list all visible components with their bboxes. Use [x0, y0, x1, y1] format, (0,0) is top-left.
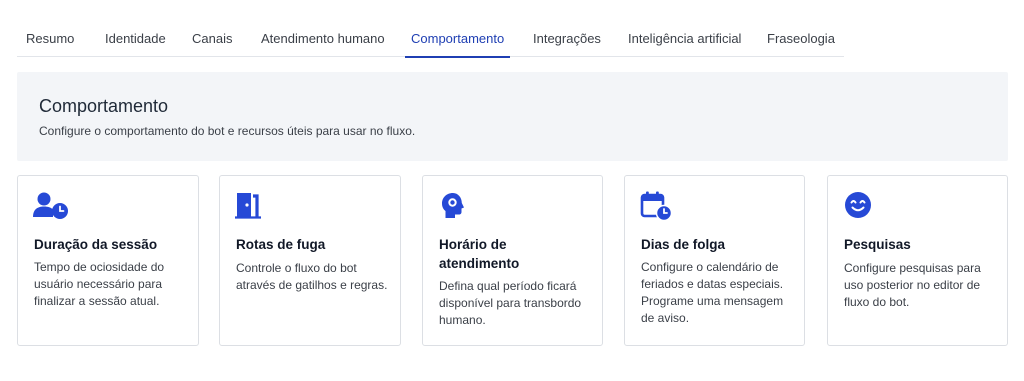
card-horario-atendimento[interactable]: Horário de atendimento Defina qual perío…: [422, 175, 603, 346]
exit-door-icon: [235, 190, 267, 222]
card-description: Configure pesquisas para uso posterior n…: [844, 261, 981, 309]
tab-resumo[interactable]: Resumo: [26, 26, 74, 57]
page-subtitle: Configure o comportamento do bot e recur…: [39, 124, 416, 138]
card-title: Pesquisas: [844, 237, 911, 252]
card-description: Controle o fluxo do bot através de gatil…: [236, 261, 388, 292]
card-title: Horário de atendimento: [439, 237, 520, 271]
tab-identidade[interactable]: Identidade: [105, 26, 166, 57]
card-title: Duração da sessão: [34, 237, 158, 252]
card-duracao-sessao[interactable]: Duração da sessão Tempo de ociosidade do…: [17, 175, 199, 346]
tab-fraseologia[interactable]: Fraseologia: [767, 26, 835, 57]
tab-canais[interactable]: Canais: [192, 26, 232, 57]
page-title: Comportamento: [39, 96, 169, 116]
head-gear-icon: [438, 190, 470, 222]
card-title: Dias de folga: [641, 237, 726, 252]
smiley-icon: [843, 190, 875, 222]
card-dias-de-folga[interactable]: Dias de folga Configure o calendário de …: [624, 175, 805, 346]
section-header: Comportamento Configure o comportamento …: [17, 72, 1008, 161]
calendar-clock-icon: [640, 190, 673, 222]
card-description: Defina qual período ficará disponível pa…: [439, 279, 582, 327]
card-description: Configure o calendário de feriados e dat…: [641, 260, 784, 325]
tab-atendimento-humano[interactable]: Atendimento humano: [261, 26, 385, 57]
tab-bar: Resumo Identidade Canais Atendimento hum…: [17, 26, 844, 58]
user-clock-icon: [33, 190, 68, 222]
tab-integracoes[interactable]: Integrações: [533, 26, 601, 57]
card-pesquisas[interactable]: Pesquisas Configure pesquisas para uso p…: [827, 175, 1008, 346]
card-rotas-de-fuga[interactable]: Rotas de fuga Controle o fluxo do bot at…: [219, 175, 401, 346]
tab-inteligencia-artificial[interactable]: Inteligência artificial: [628, 26, 741, 57]
tab-comportamento[interactable]: Comportamento: [404, 26, 511, 58]
card-description: Tempo de ociosidade do usuário necessári…: [34, 260, 165, 308]
card-title: Rotas de fuga: [236, 237, 326, 252]
